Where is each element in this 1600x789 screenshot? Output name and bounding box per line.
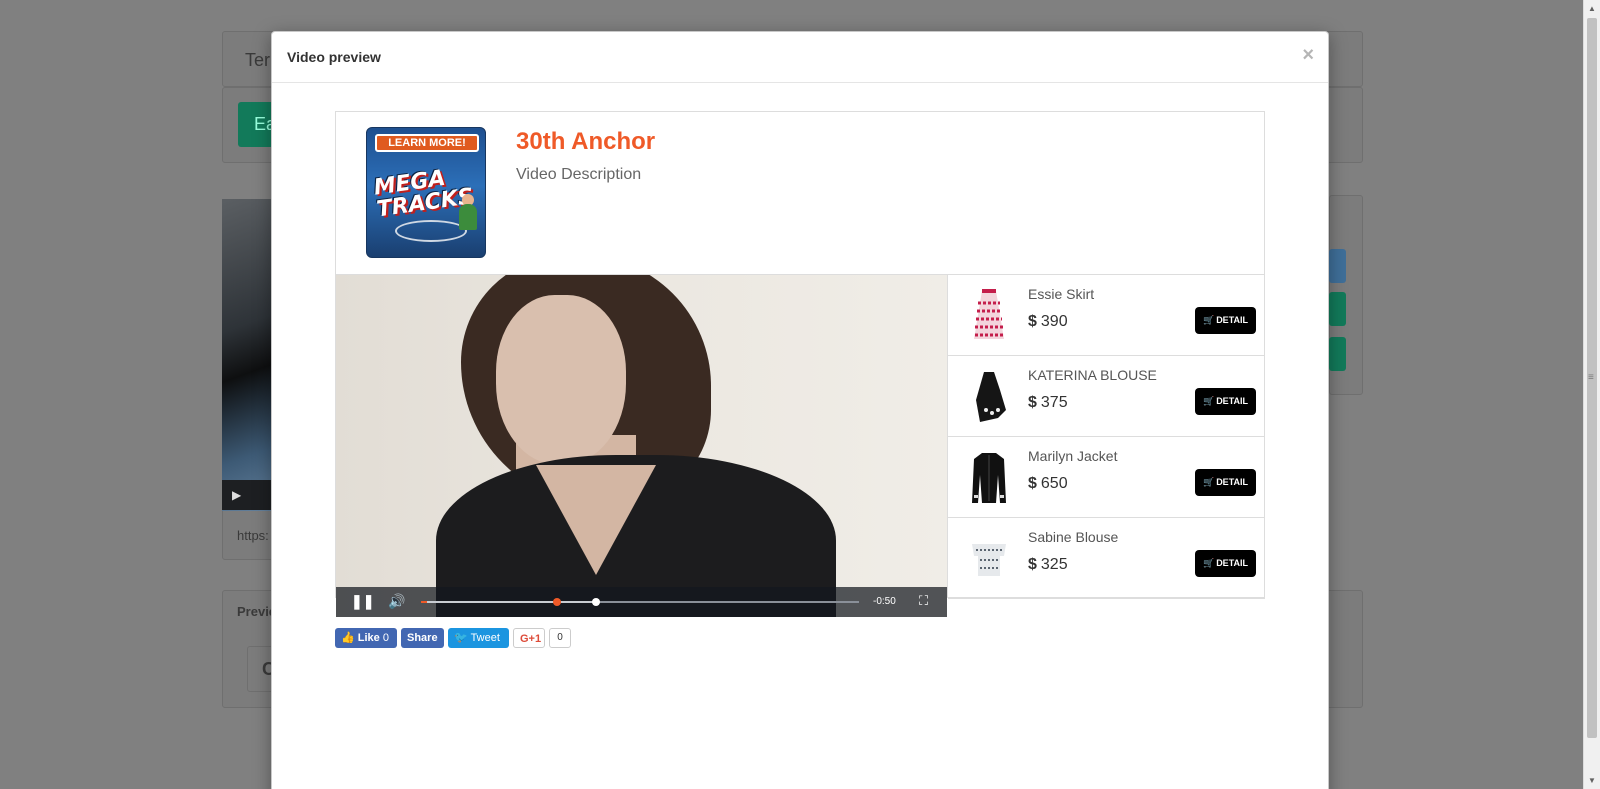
product-item: Sabine Blouse $325 🛒 DETAIL	[948, 518, 1265, 599]
volume-icon[interactable]: 🔊	[388, 593, 405, 610]
thumbnail-banner: LEARN MORE!	[375, 134, 479, 152]
page-scrollbar[interactable]: ▲ ≡ ▼	[1583, 0, 1600, 789]
product-item: KATERINA BLOUSE $375 🛒 DETAIL	[948, 356, 1265, 437]
detail-button[interactable]: 🛒 DETAIL	[1195, 550, 1256, 577]
tweet-label: Tweet	[470, 632, 500, 644]
currency-symbol: $	[1028, 313, 1037, 330]
facebook-like-count: 0	[382, 632, 389, 644]
close-icon[interactable]: ×	[1302, 44, 1314, 67]
detail-button-label: DETAIL	[1216, 396, 1249, 406]
product-price: $650	[1028, 475, 1068, 493]
pause-icon[interactable]: ❚❚	[351, 593, 374, 610]
modal-title: Video preview	[287, 49, 381, 65]
facebook-like-button[interactable]: 👍 Like 0	[335, 628, 397, 648]
twitter-bird-icon: 🐦	[454, 632, 468, 644]
facebook-like-label: Like	[357, 632, 380, 644]
currency-symbol: $	[1028, 394, 1037, 411]
player-box: LEARN MORE! MEGA TRACKS 30th Anchor Vide…	[335, 111, 1265, 617]
blouse-icon	[976, 372, 1006, 422]
product-price: $325	[1028, 556, 1068, 574]
detail-button[interactable]: 🛒 DETAIL	[1195, 307, 1256, 334]
tweet-button[interactable]: 🐦 Tweet	[448, 628, 509, 648]
video-controls: ❚❚ 🔊 -0:50 ⛶	[336, 587, 947, 617]
detail-button[interactable]: 🛒 DETAIL	[1195, 388, 1256, 415]
cart-icon: 🛒	[1202, 315, 1215, 325]
scroll-down-icon[interactable]: ▼	[1588, 776, 1596, 785]
product-item: Marilyn Jacket $650 🛒 DETAIL	[948, 437, 1265, 518]
scroll-up-icon[interactable]: ▲	[1588, 4, 1596, 13]
top-icon	[972, 544, 1006, 576]
video-preview-modal: Video preview × LEARN MORE! MEGA TRACKS …	[271, 31, 1329, 789]
cart-icon: 🛒	[1202, 396, 1215, 406]
bg-blue-button	[1329, 249, 1346, 283]
scroll-grip-icon: ≡	[1588, 372, 1594, 383]
video-description: Video Description	[516, 166, 642, 183]
video-frame-neckline	[536, 465, 656, 575]
progress-handle[interactable]	[592, 598, 601, 606]
thumbnail-track-graphic	[395, 220, 467, 242]
modal-header: Video preview ×	[272, 32, 1328, 83]
bg-green-button-3	[1329, 337, 1346, 371]
video-thumbnail[interactable]: LEARN MORE! MEGA TRACKS	[366, 127, 486, 258]
progress-marker	[552, 598, 561, 606]
progress-played	[421, 601, 427, 603]
jacket-icon	[972, 453, 1006, 503]
fullscreen-icon[interactable]: ⛶	[919, 593, 928, 609]
product-price: $375	[1028, 394, 1068, 412]
product-price: $390	[1028, 313, 1068, 331]
product-name: KATERINA BLOUSE	[1028, 367, 1157, 383]
detail-button[interactable]: 🛒 DETAIL	[1195, 469, 1256, 496]
google-plus-count: 0	[549, 628, 571, 648]
detail-button-label: DETAIL	[1216, 477, 1249, 487]
video-info: LEARN MORE! MEGA TRACKS 30th Anchor Vide…	[336, 112, 1264, 275]
product-price-value: 650	[1040, 475, 1068, 492]
detail-button-label: DETAIL	[1216, 315, 1249, 325]
product-name: Marilyn Jacket	[1028, 448, 1118, 464]
product-item: Essie Skirt $390 🛒 DETAIL	[948, 275, 1265, 356]
bg-green-button-2	[1329, 292, 1346, 326]
detail-button-label: DETAIL	[1216, 558, 1249, 568]
cart-icon: 🛒	[1202, 558, 1215, 568]
google-plus-button[interactable]: G+1	[513, 628, 545, 648]
video-title: 30th Anchor	[516, 128, 656, 155]
facebook-share-button[interactable]: Share	[401, 628, 444, 648]
bg-tab-text: Ter	[245, 50, 271, 70]
progress-buffered	[421, 601, 597, 603]
thumbnail-person	[459, 204, 477, 230]
bg-play-icon: ▶	[232, 488, 242, 502]
video-frame-face	[496, 295, 626, 465]
video-player[interactable]: ❚❚ 🔊 -0:50 ⛶	[336, 275, 947, 617]
product-price-value: 375	[1040, 394, 1068, 411]
product-name: Sabine Blouse	[1028, 529, 1119, 545]
product-name: Essie Skirt	[1028, 286, 1095, 302]
thumbs-up-icon: 👍	[341, 632, 355, 644]
currency-symbol: $	[1028, 475, 1037, 492]
cart-icon: 🛒	[1202, 477, 1215, 487]
currency-symbol: $	[1028, 556, 1037, 573]
progress-bar[interactable]	[421, 598, 859, 606]
product-price-value: 325	[1040, 556, 1068, 573]
product-list: Essie Skirt $390 🛒 DETAIL KATERINA BLOUSE…	[947, 275, 1265, 599]
bg-url-text: https:	[237, 528, 269, 543]
time-remaining: -0:50	[873, 596, 896, 607]
skirt-icon	[974, 289, 1004, 339]
product-price-value: 390	[1040, 313, 1068, 330]
